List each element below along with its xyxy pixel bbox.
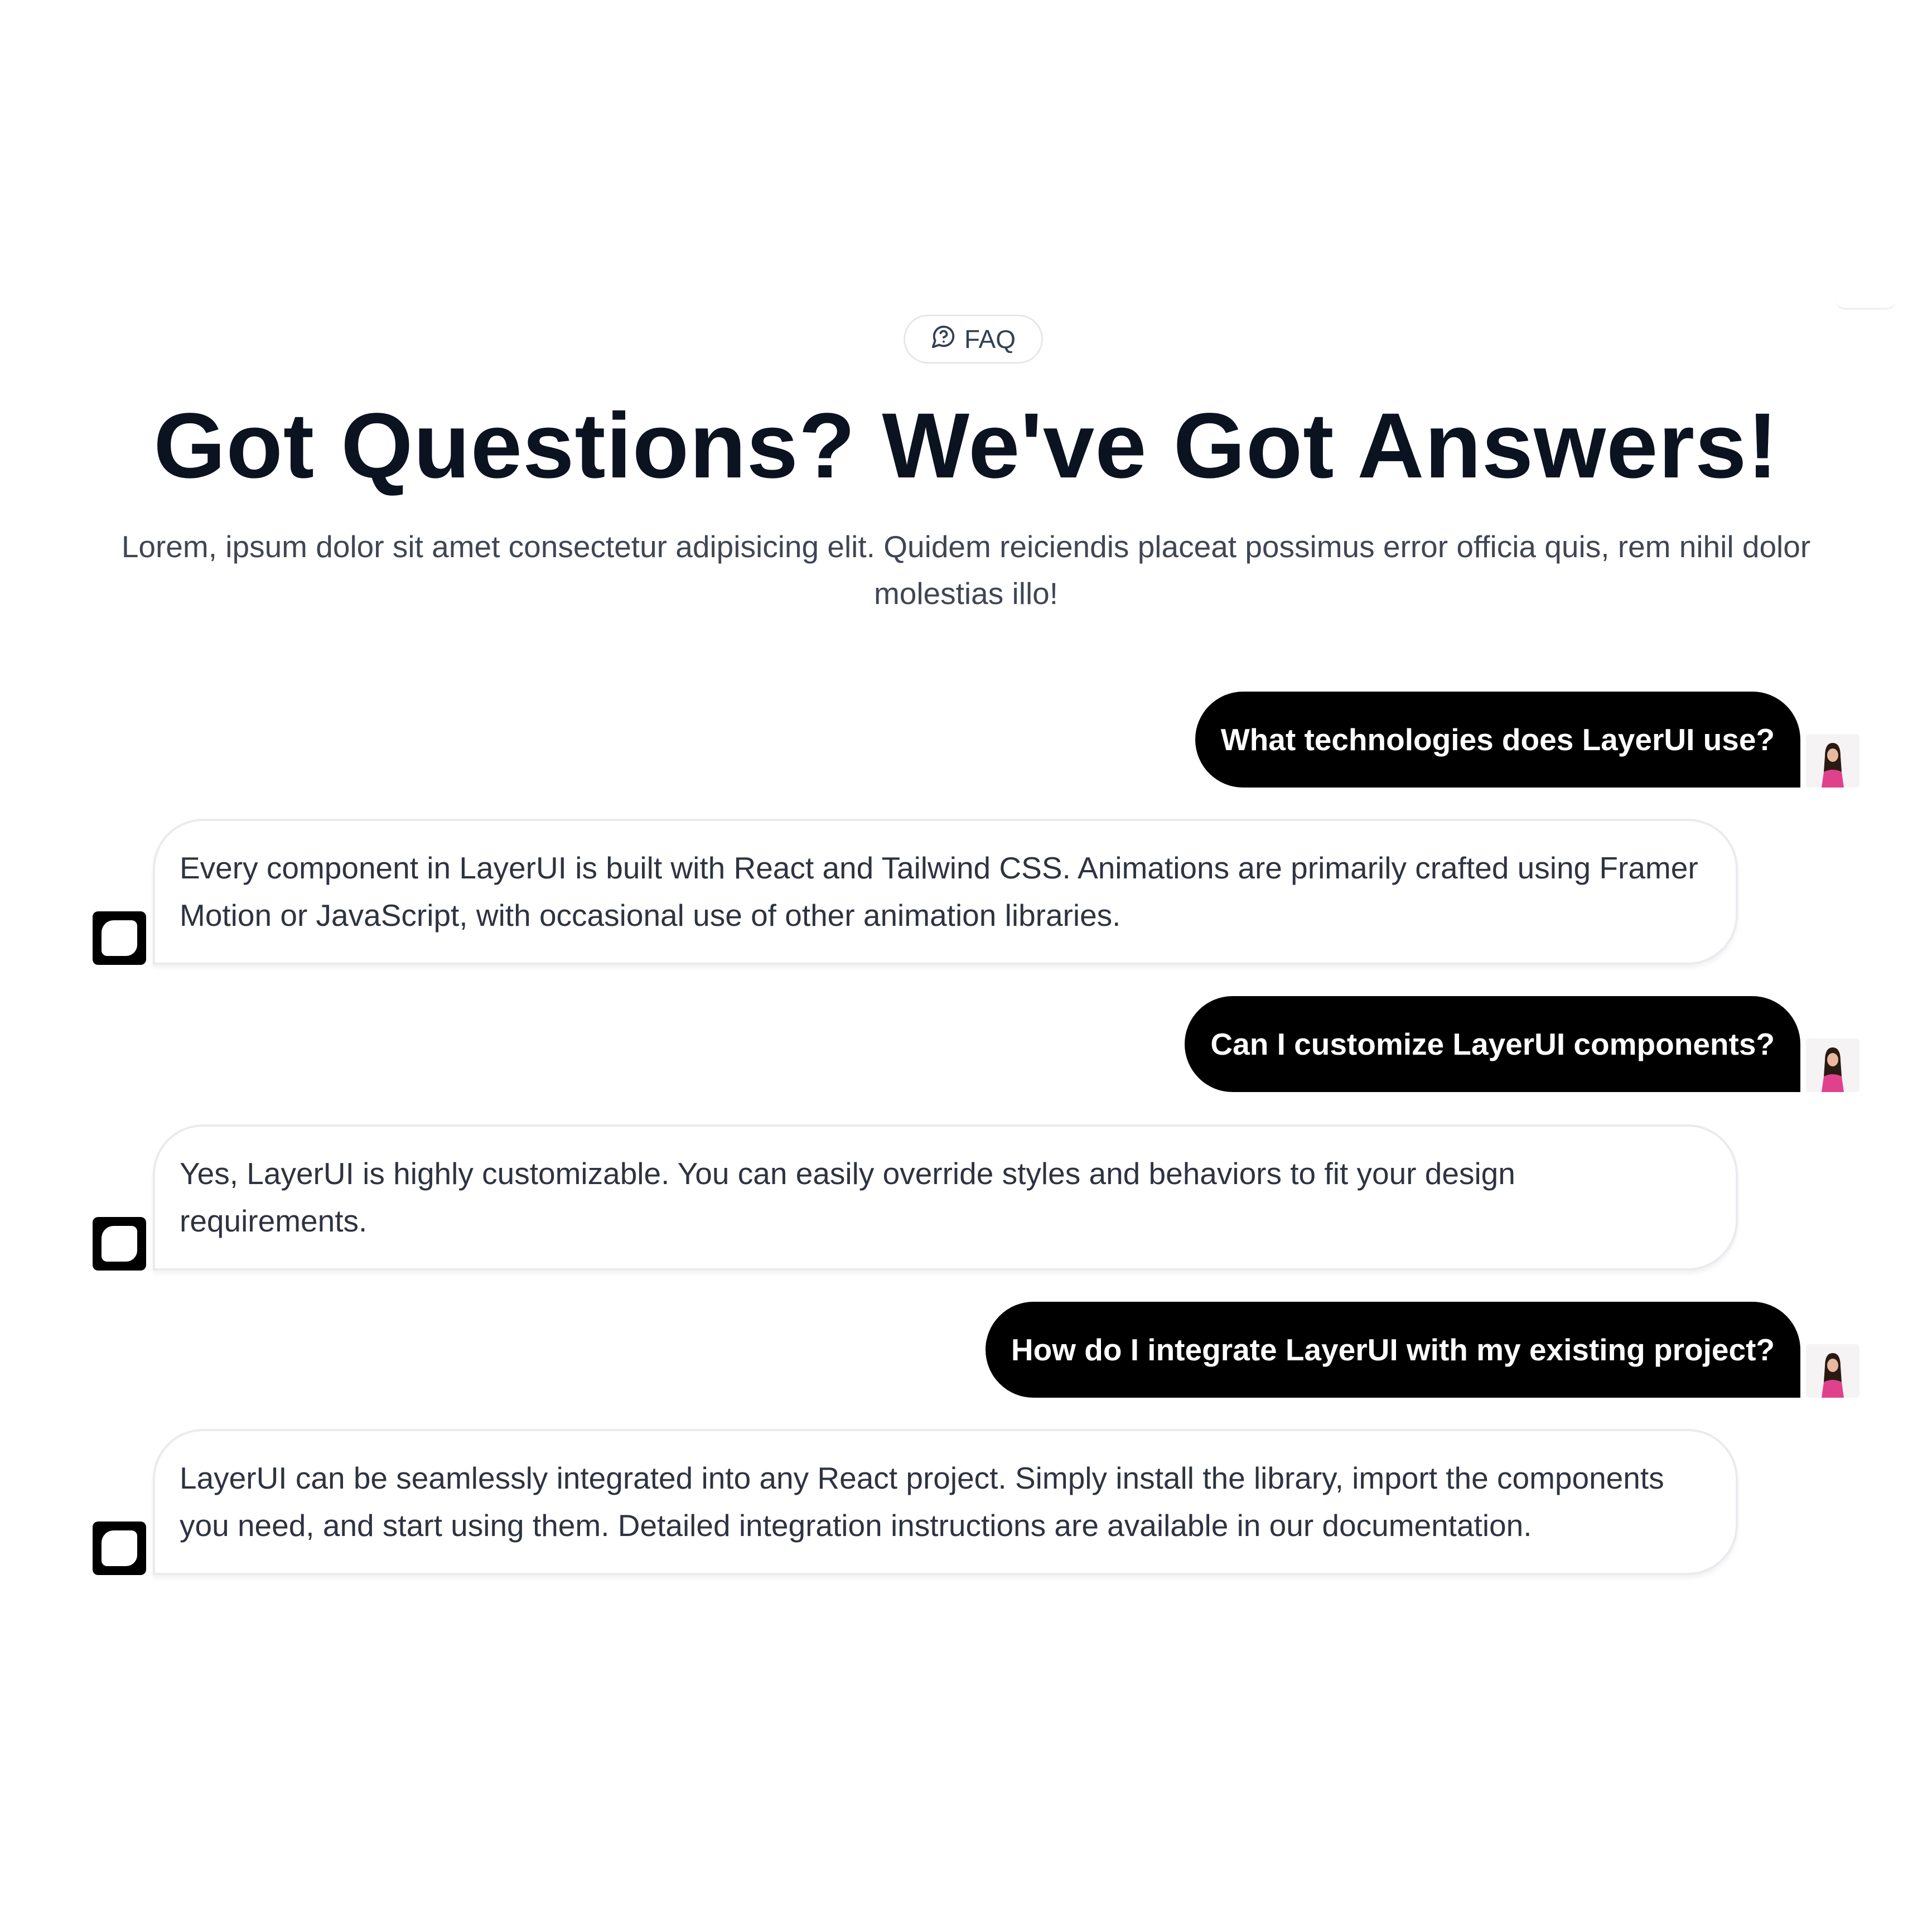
answer-row: LayerUI can be seamlessly integrated int… [93,1429,1738,1575]
user-avatar [1806,1344,1859,1398]
question-row: Can I customize LayerUI components? [1185,996,1859,1092]
page-subtitle: Lorem, ipsum dolor sit amet consectetur … [121,529,1811,611]
page-title: Got Questions? We've Got Answers! [153,394,1779,498]
bot-avatar [93,1217,146,1271]
bot-avatar [93,1522,146,1575]
answer-row: Yes, LayerUI is highly customizable. You… [93,1124,1738,1271]
corner-decoration [1835,296,1896,310]
question-row: How do I integrate LayerUI with my exist… [985,1302,1859,1398]
answer-bubble: LayerUI can be seamlessly integrated int… [153,1429,1738,1575]
user-avatar [1806,734,1859,788]
bot-avatar [93,911,146,965]
answer-bubble: Yes, LayerUI is highly customizable. You… [153,1124,1738,1271]
question-bubble[interactable]: Can I customize LayerUI components? [1185,996,1800,1092]
faq-badge: FAQ [904,315,1043,364]
message-question-icon [931,323,957,355]
answer-row: Every component in LayerUI is built with… [93,819,1738,965]
question-row: What technologies does LayerUI use? [1195,692,1859,788]
faq-badge-label: FAQ [964,325,1016,354]
question-bubble[interactable]: What technologies does LayerUI use? [1195,692,1800,788]
answer-bubble: Every component in LayerUI is built with… [153,819,1738,965]
user-avatar [1806,1039,1859,1092]
question-bubble[interactable]: How do I integrate LayerUI with my exist… [985,1302,1800,1398]
